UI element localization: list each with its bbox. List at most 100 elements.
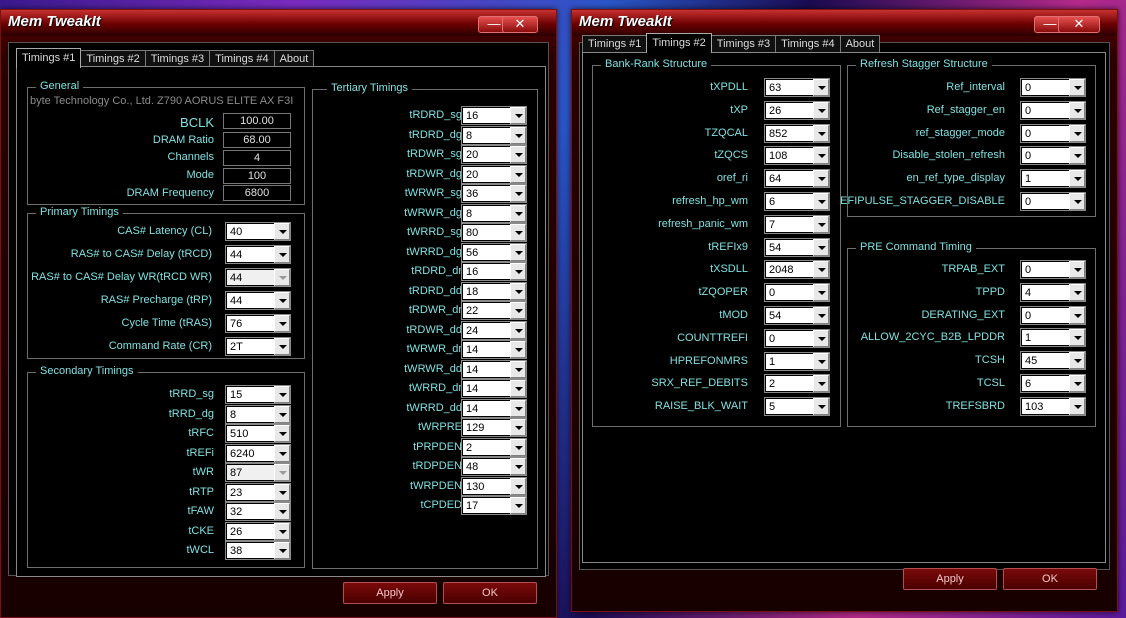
chevron-down-icon[interactable] bbox=[1069, 170, 1085, 188]
timing-combo[interactable]: 1 bbox=[1020, 328, 1086, 348]
timing-combo[interactable]: 0 bbox=[764, 283, 830, 303]
chevron-down-icon[interactable] bbox=[1069, 283, 1085, 301]
timing-combo[interactable]: 1 bbox=[1020, 169, 1086, 189]
timing-combo[interactable]: 14 bbox=[461, 398, 527, 418]
chevron-down-icon[interactable] bbox=[813, 101, 829, 119]
apply-button[interactable]: Apply bbox=[903, 568, 997, 590]
chevron-down-icon[interactable] bbox=[274, 445, 290, 462]
chevron-down-icon[interactable] bbox=[274, 542, 290, 559]
chevron-down-icon[interactable] bbox=[1069, 193, 1085, 210]
timing-combo[interactable]: 8 bbox=[461, 203, 527, 223]
chevron-down-icon[interactable] bbox=[510, 165, 526, 183]
chevron-down-icon[interactable] bbox=[813, 375, 829, 393]
ok-button[interactable]: OK bbox=[1003, 568, 1097, 590]
tab-timings-4[interactable]: Timings #4 bbox=[209, 50, 275, 67]
timing-combo[interactable]: 48 bbox=[461, 457, 527, 476]
tab-about[interactable]: About bbox=[273, 50, 315, 67]
chevron-down-icon[interactable] bbox=[813, 284, 829, 302]
timing-combo[interactable]: 0 bbox=[1020, 192, 1086, 211]
tab-timings-2[interactable]: Timings #2 bbox=[80, 50, 146, 67]
timing-combo[interactable]: 2048 bbox=[764, 260, 830, 280]
chevron-down-icon[interactable] bbox=[510, 146, 526, 163]
timing-combo[interactable]: 0 bbox=[1020, 305, 1086, 325]
command-rate-combo[interactable]: 2T bbox=[225, 337, 291, 356]
chevron-down-icon[interactable] bbox=[510, 204, 526, 222]
chevron-down-icon[interactable] bbox=[813, 352, 829, 370]
timing-combo[interactable]: 63 bbox=[764, 78, 830, 97]
chevron-down-icon[interactable] bbox=[274, 223, 290, 240]
timing-combo[interactable]: 16 bbox=[461, 106, 527, 125]
chevron-down-icon[interactable] bbox=[274, 292, 290, 309]
timing-combo[interactable]: 4 bbox=[1020, 282, 1086, 302]
chevron-down-icon[interactable] bbox=[1069, 397, 1085, 415]
chevron-down-icon[interactable] bbox=[813, 307, 829, 324]
chevron-down-icon[interactable] bbox=[813, 193, 829, 210]
timing-combo[interactable]: 26 bbox=[764, 100, 830, 120]
chevron-down-icon[interactable] bbox=[510, 497, 526, 514]
timing-combo[interactable]: 20 bbox=[461, 145, 527, 164]
chevron-down-icon[interactable] bbox=[510, 341, 526, 358]
chevron-down-icon[interactable] bbox=[274, 386, 290, 403]
tab-timings-2[interactable]: Timings #2 bbox=[646, 33, 712, 53]
timing-combo[interactable]: 14 bbox=[461, 359, 527, 379]
tras-combo[interactable]: 76 bbox=[225, 314, 291, 333]
timing-combo[interactable]: 22 bbox=[461, 301, 527, 320]
chevron-down-icon[interactable] bbox=[510, 477, 526, 495]
chevron-down-icon[interactable] bbox=[510, 302, 526, 319]
chevron-down-icon[interactable] bbox=[1069, 124, 1085, 142]
timing-combo[interactable]: 0 bbox=[764, 328, 830, 348]
timing-combo[interactable]: 103 bbox=[1020, 396, 1086, 416]
tab-about[interactable]: About bbox=[839, 35, 881, 52]
timing-combo[interactable]: 0 bbox=[1020, 260, 1086, 279]
ok-button[interactable]: OK bbox=[443, 582, 537, 604]
tab-timings-3[interactable]: Timings #3 bbox=[710, 35, 777, 52]
chevron-down-icon[interactable] bbox=[510, 399, 526, 417]
chevron-down-icon[interactable] bbox=[813, 261, 829, 279]
chevron-down-icon[interactable] bbox=[510, 360, 526, 378]
chevron-down-icon[interactable] bbox=[510, 438, 526, 456]
chevron-down-icon[interactable] bbox=[510, 458, 526, 475]
tab-timings-1[interactable]: Timings #1 bbox=[16, 48, 82, 68]
chevron-down-icon[interactable] bbox=[510, 224, 526, 241]
chevron-down-icon[interactable] bbox=[274, 425, 290, 442]
chevron-down-icon[interactable] bbox=[274, 406, 290, 423]
timing-combo[interactable]: 17 bbox=[461, 496, 527, 515]
tab-timings-1[interactable]: Timings #1 bbox=[582, 35, 648, 52]
timing-combo[interactable]: 2 bbox=[764, 374, 830, 394]
chevron-down-icon[interactable] bbox=[813, 170, 829, 188]
tab-timings-3[interactable]: Timings #3 bbox=[144, 50, 211, 67]
chevron-down-icon[interactable] bbox=[274, 523, 290, 540]
timing-combo[interactable]: 45 bbox=[1020, 351, 1086, 371]
timing-combo[interactable]: 2 bbox=[461, 437, 527, 457]
timing-combo[interactable]: 20 bbox=[461, 164, 527, 184]
title-bar[interactable]: Mem TweakIt — ✕ bbox=[1, 10, 556, 36]
chevron-down-icon[interactable] bbox=[1069, 261, 1085, 278]
timing-combo[interactable]: 80 bbox=[461, 223, 527, 242]
chevron-down-icon[interactable] bbox=[274, 246, 290, 263]
trp-combo[interactable]: 44 bbox=[225, 291, 291, 310]
chevron-down-icon[interactable] bbox=[510, 380, 526, 397]
timing-combo[interactable]: 16 bbox=[461, 262, 527, 281]
chevron-down-icon[interactable] bbox=[510, 243, 526, 261]
chevron-down-icon[interactable] bbox=[510, 185, 526, 202]
chevron-down-icon[interactable] bbox=[813, 215, 829, 233]
timing-combo[interactable]: 6 bbox=[1020, 374, 1086, 393]
chevron-down-icon[interactable] bbox=[1069, 101, 1085, 119]
chevron-down-icon[interactable] bbox=[813, 398, 829, 416]
timing-combo[interactable]: 14 bbox=[461, 340, 527, 359]
timing-combo[interactable]: 24 bbox=[461, 320, 527, 340]
chevron-down-icon[interactable] bbox=[274, 484, 290, 501]
timing-combo[interactable]: 54 bbox=[764, 306, 830, 325]
timing-combo[interactable]: 0 bbox=[1020, 100, 1086, 120]
timing-combo[interactable]: 6 bbox=[764, 192, 830, 211]
trrd-dg-combo[interactable]: 8 bbox=[225, 405, 291, 424]
chevron-down-icon[interactable] bbox=[1069, 352, 1085, 370]
trcd-combo[interactable]: 44 bbox=[225, 245, 291, 264]
timing-combo[interactable]: 36 bbox=[461, 184, 527, 203]
trefi-combo[interactable]: 6240 bbox=[225, 444, 291, 463]
chevron-down-icon[interactable] bbox=[1069, 375, 1085, 392]
timing-combo[interactable]: 0 bbox=[1020, 123, 1086, 143]
timing-combo[interactable]: 54 bbox=[764, 237, 830, 257]
chevron-down-icon[interactable] bbox=[510, 107, 526, 124]
timing-combo[interactable]: 0 bbox=[1020, 78, 1086, 97]
